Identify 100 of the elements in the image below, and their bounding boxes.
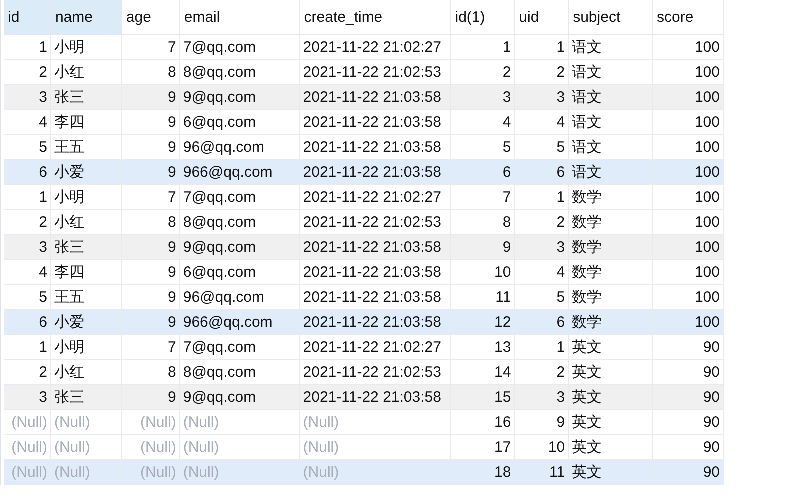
table-cell: 6 [514,310,569,334]
table-cell: 100 [652,310,724,334]
table-cell: 9 [122,234,180,260]
table-cell: 李四 [50,260,122,284]
table-cell: 3 [4,84,51,110]
table-cell: 7 [450,184,515,210]
table-cell: 100 [652,110,724,134]
table-cell: 7@qq.com [180,184,300,210]
table-cell: 90 [652,410,724,434]
table-cell: 4 [514,260,569,284]
table-cell: 数学 [568,184,653,210]
table-cell: (Null) [180,410,300,434]
table-cell: 1 [514,334,569,360]
column-header[interactable]: name [50,0,122,34]
table-cell: 张三 [50,384,122,410]
table-cell: 18 [450,460,515,484]
table-cell: 100 [652,84,724,110]
table-cell: 6@qq.com [180,260,300,284]
table-cell: 4 [4,260,51,284]
table-cell: 9 [514,410,569,434]
table-cell: 4 [514,110,569,134]
table-cell: 语文 [568,160,653,184]
table-cell: 100 [652,260,724,284]
table-cell: 英文 [568,334,653,360]
column-header[interactable]: id(1) [450,0,515,34]
column-header[interactable]: email [180,0,300,34]
table-cell: 1 [514,34,569,60]
table-cell: 966@qq.com [180,310,300,334]
table-cell: 13 [450,334,515,360]
table-cell: (Null) [122,410,180,434]
table-cell: 6 [4,310,51,334]
table-cell: 100 [652,34,724,60]
table-cell: 2021-11-22 21:03:58 [300,160,451,184]
table-cell: 7@qq.com [180,334,300,360]
table-cell: 4 [450,110,515,134]
table-cell: 90 [652,384,724,410]
table-cell: 16 [450,410,515,434]
table-cell: (Null) [122,460,180,484]
table-cell: 9 [122,384,180,410]
table-cell: (Null) [300,410,451,434]
table-cell: 语文 [568,84,653,110]
table-cell: 张三 [50,234,122,260]
table-cell: 小明 [50,34,122,60]
table-cell: 2021-11-22 21:03:58 [300,84,451,110]
table-cell: 小爱 [50,310,122,334]
table-cell: 1 [4,34,51,60]
table-cell: 2021-11-22 21:02:27 [300,184,451,210]
table-cell: 6@qq.com [180,110,300,134]
column-header[interactable]: score [652,0,724,34]
table-cell: 3 [514,384,569,410]
table-cell: 10 [450,260,515,284]
table-cell: 2021-11-22 21:03:58 [300,384,451,410]
table-cell: 9@qq.com [180,234,300,260]
table-cell: 11 [514,460,569,484]
table-cell: 1 [514,184,569,210]
table-cell: 3 [4,384,51,410]
table-cell: 3 [4,234,51,260]
table-cell: 3 [514,84,569,110]
table-cell: 2021-11-22 21:03:58 [300,110,451,134]
column-header[interactable]: age [122,0,180,34]
column-header[interactable]: create_time [300,0,451,34]
table-cell: 6 [514,160,569,184]
table-cell: 100 [652,184,724,210]
table-cell: 2021-11-22 21:02:27 [300,334,451,360]
table-cell: 1 [450,34,515,60]
table-cell: 小明 [50,334,122,360]
table-cell: 9@qq.com [180,84,300,110]
table-cell: 小爱 [50,160,122,184]
table-cell: 9 [122,260,180,284]
table-cell: 英文 [568,384,653,410]
table-cell: (Null) [4,410,51,434]
table-cell: 英文 [568,410,653,434]
table-cell: 数学 [568,310,653,334]
table-cell: 3 [514,234,569,260]
table-cell: 2021-11-22 21:03:58 [300,234,451,260]
table-cell: 9 [450,234,515,260]
table-cell: 1 [4,184,51,210]
table-cell: 90 [652,460,724,484]
table-cell: 90 [652,334,724,360]
table-cell: 2021-11-22 21:03:58 [300,260,451,284]
table-cell: (Null) [4,460,51,484]
table-cell: 9 [122,310,180,334]
table-cell: (Null) [50,460,122,484]
table-cell: 7 [122,334,180,360]
table-cell: 张三 [50,84,122,110]
table-cell: 6 [4,160,51,184]
table-cell: 数学 [568,260,653,284]
table-cell: 英文 [568,460,653,484]
column-header[interactable]: uid [514,0,569,34]
column-header[interactable]: subject [568,0,653,34]
table-cell: 1 [4,334,51,360]
table-cell: 2021-11-22 21:02:27 [300,34,451,60]
table-cell: 9 [122,110,180,134]
table-cell: (Null) [180,460,300,484]
table-cell: 6 [450,160,515,184]
column-header[interactable]: id [4,0,51,34]
table-cell: (Null) [50,410,122,434]
table-cell: 100 [652,160,724,184]
table-cell: 3 [450,84,515,110]
table-cell: 9 [122,160,180,184]
